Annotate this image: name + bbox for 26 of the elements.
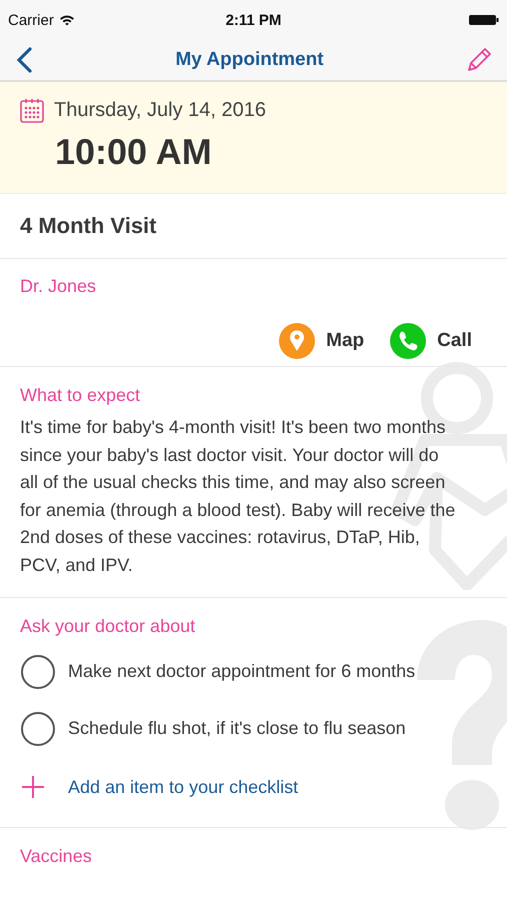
checklist-item-text: Make next doctor appointment for 6 months — [68, 661, 416, 682]
appointment-title: 4 Month Visit — [20, 213, 156, 239]
battery-icon — [469, 14, 499, 26]
map-button[interactable]: Map — [279, 323, 364, 359]
wifi-icon — [58, 14, 75, 26]
calendar-icon — [20, 98, 44, 123]
section-heading: Vaccines — [20, 846, 92, 867]
section-heading: Ask your doctor about — [20, 616, 196, 637]
map-pin-icon — [279, 323, 316, 359]
plus-icon — [20, 774, 46, 800]
status-time: 2:11 PM — [226, 12, 282, 28]
add-item-button[interactable]: Add an item to your checklist — [0, 757, 318, 817]
doctor-name: Dr. Jones — [20, 276, 96, 297]
appointment-time: 10:00 AM — [55, 131, 212, 173]
checkbox[interactable] — [20, 710, 56, 746]
checklist-item-text: Schedule flu shot, if it's close to flu season — [68, 718, 406, 739]
section-heading: What to expect — [20, 385, 140, 406]
checkbox[interactable] — [20, 654, 56, 690]
screen-title: My Appointment — [175, 49, 324, 71]
carrier-name: Carrier — [8, 12, 54, 28]
call-button[interactable]: Call — [390, 323, 472, 359]
edit-button[interactable] — [465, 46, 493, 74]
appointment-date: Thursday, July 14, 2016 — [54, 99, 266, 122]
phone-icon — [390, 323, 426, 359]
back-button[interactable] — [14, 46, 34, 74]
description-text: It's time for baby's 4-month visit! It's been two months since your baby's last doctor visit. Your doctor will do all of the usual checks this time, and may also screen for anemia (through a blood test). Baby will receive the 2nd doses of these vaccines: rotavirus, DTaP, Hib, PCV, and IPV. — [20, 416, 456, 576]
